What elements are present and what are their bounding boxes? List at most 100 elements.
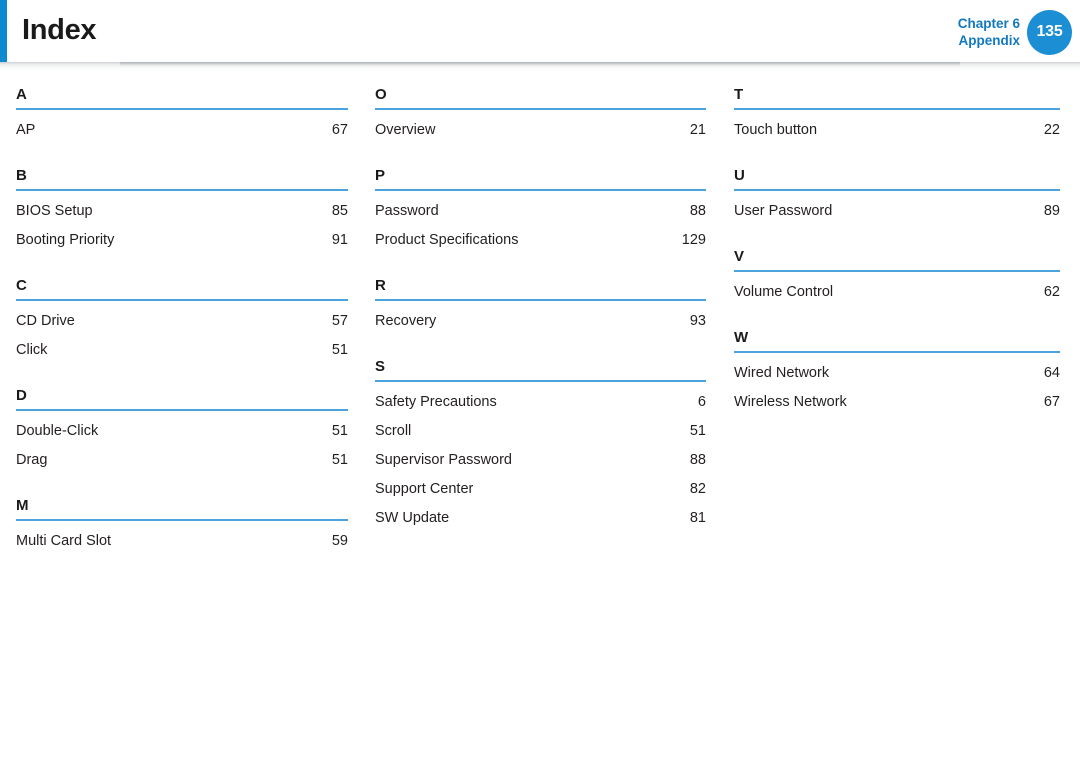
index-entry-term: Support Center [375, 481, 474, 497]
index-entry-page: 67 [331, 122, 348, 138]
index-entry-page: 51 [331, 452, 348, 468]
index-entry[interactable]: Support Center 82 [375, 475, 706, 504]
index-entry-term: Double-Click [16, 423, 99, 439]
letter-heading: O [375, 86, 706, 110]
chapter-label: Chapter 6 Appendix [958, 15, 1020, 49]
index-entry[interactable]: AP 67 [16, 116, 348, 145]
index-columns: A AP 67 B BIOS Setup 85 Booting Priority 91 C CD … [0, 86, 1080, 556]
index-entry-term: User Password [734, 203, 833, 219]
index-entry-term: Drag [16, 452, 48, 468]
index-column-2: O Overview 21 P Password 88 Product Specificat… [358, 86, 716, 556]
index-entry[interactable]: Double-Click 51 [16, 417, 348, 446]
page-title: Index [22, 14, 97, 46]
letter-group-spacer [16, 475, 348, 497]
index-entry-list: Safety Precautions 6 Scroll 51 Supervisor Pa… [375, 382, 706, 533]
letter-group: C CD Drive 57 Click 51 [16, 277, 348, 365]
index-entry-list: User Password 89 [734, 191, 1060, 226]
letter-group: B BIOS Setup 85 Booting Priority 91 [16, 167, 348, 255]
header-divider-shadow [0, 62, 1080, 72]
letter-heading: C [16, 277, 348, 301]
letter-heading: V [734, 248, 1060, 272]
index-entry[interactable]: BIOS Setup 85 [16, 197, 348, 226]
index-entry-page: 51 [331, 342, 348, 358]
index-entry-list: Recovery 93 [375, 301, 706, 336]
index-column-1: A AP 67 B BIOS Setup 85 Booting Priority 91 C CD … [0, 86, 358, 556]
index-entry[interactable]: Scroll 51 [375, 417, 706, 446]
index-entry-list: Password 88 Product Specifications 129 [375, 191, 706, 255]
index-entry[interactable]: Drag 51 [16, 446, 348, 475]
index-entry[interactable]: Password 88 [375, 197, 706, 226]
letter-heading: A [16, 86, 348, 110]
index-entry-term: Scroll [375, 423, 412, 439]
letter-group: O Overview 21 [375, 86, 706, 145]
letter-group: V Volume Control 62 [734, 248, 1060, 307]
index-entry-term: Volume Control [734, 284, 834, 300]
index-entry[interactable]: Wired Network 64 [734, 359, 1060, 388]
index-entry-term: Product Specifications [375, 232, 519, 248]
index-entry-page: 129 [681, 232, 706, 248]
index-entry[interactable]: CD Drive 57 [16, 307, 348, 336]
index-entry-list: Touch button 22 [734, 110, 1060, 145]
index-entry[interactable]: Click 51 [16, 336, 348, 365]
index-entry[interactable]: Volume Control 62 [734, 278, 1060, 307]
index-entry-page: 57 [331, 313, 348, 329]
index-entry-term: Wired Network [734, 365, 830, 381]
index-entry-list: CD Drive 57 Click 51 [16, 301, 348, 365]
index-entry-list: Wired Network 64 Wireless Network 67 [734, 353, 1060, 417]
index-entry[interactable]: Touch button 22 [734, 116, 1060, 145]
letter-heading: S [375, 358, 706, 382]
letter-heading: R [375, 277, 706, 301]
index-entry[interactable]: Wireless Network 67 [734, 388, 1060, 417]
chapter-number-label: Chapter 6 [957, 16, 1020, 31]
letter-heading: T [734, 86, 1060, 110]
index-entry[interactable]: Recovery 93 [375, 307, 706, 336]
index-entry-term: CD Drive [16, 313, 75, 329]
index-entry-page: 91 [331, 232, 348, 248]
index-entry-page: 59 [331, 533, 348, 549]
index-entry[interactable]: Product Specifications 129 [375, 226, 706, 255]
index-entry-term: Multi Card Slot [16, 533, 112, 549]
index-entry-page: 21 [689, 122, 706, 138]
index-entry-list: AP 67 [16, 110, 348, 145]
letter-group-spacer [375, 336, 706, 358]
index-entry-term: Overview [375, 122, 436, 138]
index-entry[interactable]: Booting Priority 91 [16, 226, 348, 255]
letter-heading: D [16, 387, 348, 411]
letter-group-spacer [16, 145, 348, 167]
letter-group: W Wired Network 64 Wireless Network 67 [734, 329, 1060, 417]
index-column-3: T Touch button 22 U User Password 89 V Volume C… [716, 86, 1080, 556]
index-entry-term: Safety Precautions [375, 394, 497, 410]
index-entry[interactable]: Supervisor Password 88 [375, 446, 706, 475]
index-entry-term: AP [16, 122, 36, 138]
index-entry-term: Touch button [734, 122, 818, 138]
chapter-section-label: Appendix [958, 33, 1020, 48]
letter-group-spacer [734, 145, 1060, 167]
letter-group: U User Password 89 [734, 167, 1060, 226]
index-entry[interactable]: Overview 21 [375, 116, 706, 145]
letter-group-spacer [375, 255, 706, 277]
index-entry-list: Overview 21 [375, 110, 706, 145]
letter-group-spacer [734, 307, 1060, 329]
letter-heading: B [16, 167, 348, 191]
index-entry-page: 64 [1043, 365, 1060, 381]
index-entry[interactable]: User Password 89 [734, 197, 1060, 226]
index-entry-term: Supervisor Password [375, 452, 512, 468]
index-entry-term: Click [16, 342, 48, 358]
letter-group-spacer [734, 226, 1060, 248]
index-entry-list: Volume Control 62 [734, 272, 1060, 307]
letter-group: M Multi Card Slot 59 [16, 497, 348, 556]
index-entry-term: Recovery [375, 313, 437, 329]
index-entry-page: 22 [1043, 122, 1060, 138]
index-entry-page: 81 [689, 510, 706, 526]
index-entry-page: 93 [689, 313, 706, 329]
index-entry[interactable]: Safety Precautions 6 [375, 388, 706, 417]
index-entry-list: Double-Click 51 Drag 51 [16, 411, 348, 475]
index-entry[interactable]: SW Update 81 [375, 504, 706, 533]
index-entry-page: 51 [689, 423, 706, 439]
index-entry[interactable]: Multi Card Slot 59 [16, 527, 348, 556]
index-entry-page: 82 [689, 481, 706, 497]
letter-group-spacer [16, 255, 348, 277]
index-entry-page: 85 [331, 203, 348, 219]
page-number-badge: 135 [1027, 9, 1072, 55]
header-chapter-indicator: Chapter 6 Appendix 135 [958, 7, 1072, 57]
